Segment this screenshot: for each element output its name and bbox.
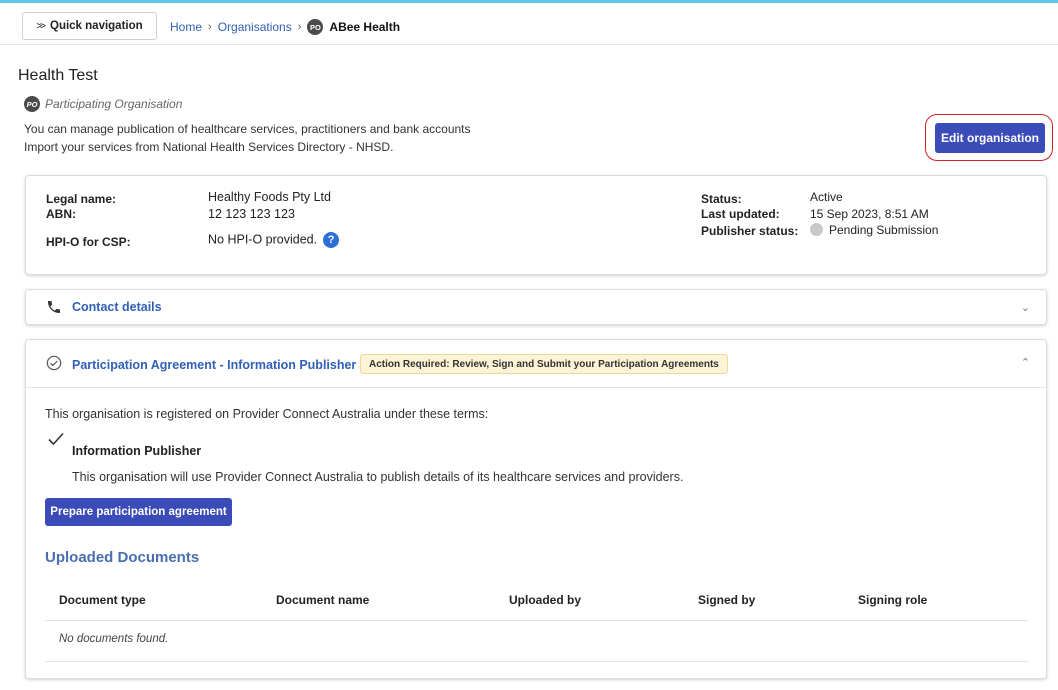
pending-clock-icon — [810, 223, 823, 236]
description-line-1: You can manage publication of healthcare… — [24, 122, 471, 136]
term-title: Information Publisher — [72, 444, 202, 458]
breadcrumb-organisations-link[interactable]: Organisations — [218, 20, 292, 34]
chevron-down-icon[interactable]: ⌄ — [1021, 301, 1030, 314]
legal-name-label: Legal name: — [46, 192, 117, 206]
hpio-field: No HPI-O provided.? — [208, 232, 340, 248]
double-chevron-icon: >> — [36, 20, 46, 32]
quick-navigation-button[interactable]: >> Quick navigation — [22, 12, 157, 40]
legal-name-value: Healthy Foods Pty Ltd — [208, 190, 331, 204]
chevron-right-icon: › — [297, 21, 302, 33]
participation-agreement-title[interactable]: Participation Agreement - Information Pu… — [72, 358, 356, 372]
column-header-document-name: Document name — [276, 593, 370, 607]
abn-value: 12 123 123 123 — [208, 207, 295, 221]
phone-icon — [48, 301, 60, 313]
last-updated-label: Last updated: — [701, 207, 780, 221]
page-title: Health Test — [18, 67, 98, 84]
po-badge-icon: PO — [24, 96, 40, 112]
breadcrumb: Home › Organisations › PO ABee Health — [170, 19, 400, 35]
column-header-signed-by: Signed by — [698, 593, 756, 607]
abn-label: ABN: — [46, 207, 76, 221]
empty-table-message: No documents found. — [59, 633, 169, 645]
checkmark-icon — [48, 432, 64, 446]
breadcrumb-current: ABee Health — [329, 20, 401, 34]
column-header-uploaded-by: Uploaded by — [509, 593, 582, 607]
check-circle-icon — [46, 355, 62, 371]
navigation-bar: >> Quick navigation Home › Organisations… — [0, 3, 1058, 45]
organisation-details-card: Legal name: Healthy Foods Pty Ltd ABN: 1… — [25, 175, 1047, 275]
last-updated-value: 15 Sep 2023, 8:51 AM — [810, 207, 929, 221]
column-header-document-type: Document type — [59, 593, 146, 607]
action-required-badge: Action Required: Review, Sign and Submit… — [360, 354, 728, 374]
column-header-signing-role: Signing role — [858, 593, 928, 607]
term-description: This organisation will use Provider Conn… — [72, 470, 684, 484]
quick-navigation-label: Quick navigation — [50, 20, 143, 32]
contact-details-accordion[interactable]: Contact details ⌄ — [25, 289, 1047, 325]
contact-details-title[interactable]: Contact details — [72, 300, 162, 314]
registration-intro: This organisation is registered on Provi… — [45, 407, 489, 421]
table-divider — [45, 620, 1028, 621]
prepare-participation-agreement-button[interactable]: Prepare participation agreement — [45, 498, 232, 526]
hpio-value: No HPI-O provided. — [208, 232, 318, 247]
help-icon[interactable]: ? — [323, 232, 340, 248]
description-line-2: Import your services from National Healt… — [24, 140, 394, 154]
organisation-type-label: Participating Organisation — [45, 97, 183, 111]
po-badge-icon: PO — [307, 19, 324, 35]
edit-organisation-button[interactable]: Edit organisation — [935, 123, 1045, 153]
status-label: Status: — [701, 192, 742, 206]
chevron-up-icon[interactable]: ⌃ — [1021, 356, 1030, 369]
hpio-label: HPI-O for CSP: — [46, 235, 131, 249]
participation-agreement-header[interactable]: Participation Agreement - Information Pu… — [26, 340, 1046, 388]
table-divider — [45, 661, 1028, 662]
uploaded-documents-title: Uploaded Documents — [45, 549, 200, 566]
status-value: Active — [810, 190, 843, 204]
publisher-status-field: Pending Submission — [810, 223, 938, 237]
organisation-type: PO Participating Organisation — [24, 96, 182, 112]
publisher-status-label: Publisher status: — [701, 224, 799, 238]
chevron-right-icon: › — [208, 21, 212, 33]
participation-agreement-panel: Participation Agreement - Information Pu… — [25, 339, 1047, 679]
breadcrumb-home-link[interactable]: Home — [170, 20, 202, 34]
publisher-status-value: Pending Submission — [829, 223, 939, 237]
